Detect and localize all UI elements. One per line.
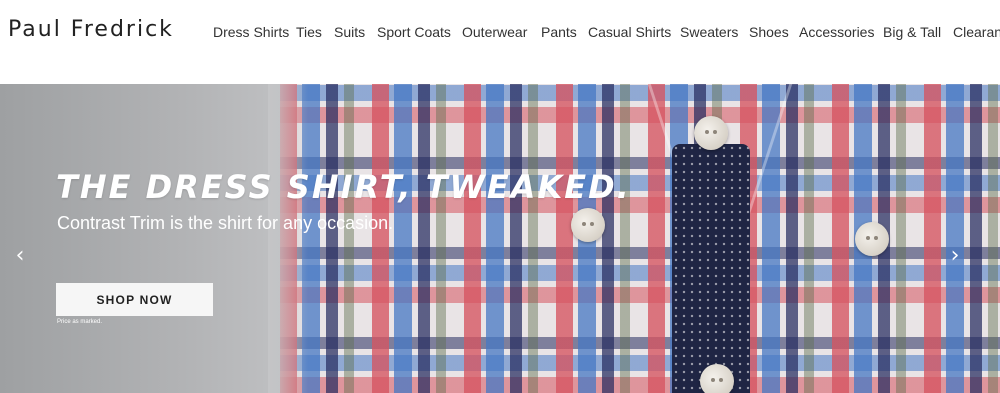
nav-item-ties[interactable]: Ties — [296, 24, 322, 40]
chevron-left-icon[interactable]: ‹ — [10, 243, 30, 269]
site-header: Paul Fredrick Dress Shirts Ties Suits Sp… — [0, 0, 1000, 84]
nav-item-pants[interactable]: Pants — [541, 24, 577, 40]
shirt-button — [700, 364, 734, 393]
nav-item-sport-coats[interactable]: Sport Coats — [377, 24, 451, 40]
hero-title: THE DRESS SHIRT, TWEAKED. — [56, 168, 631, 206]
nav-item-suits[interactable]: Suits — [334, 24, 365, 40]
shirt-button — [694, 116, 728, 150]
nav-item-shoes[interactable]: Shoes — [749, 24, 789, 40]
hero-tie-image — [672, 144, 750, 393]
shop-now-button[interactable]: SHOP NOW — [56, 283, 213, 316]
price-disclaimer: Price as marked. — [57, 319, 103, 325]
shirt-button — [855, 222, 889, 256]
nav-item-outerwear[interactable]: Outerwear — [462, 24, 527, 40]
hero-subtitle: Contrast Trim is the shirt for any occas… — [57, 213, 394, 233]
nav-item-big-and-tall[interactable]: Big & Tall — [883, 24, 941, 40]
nav-item-accessories[interactable]: Accessories — [799, 24, 874, 40]
nav-item-dress-shirts[interactable]: Dress Shirts — [213, 24, 289, 40]
nav-item-clearance[interactable]: Clearan — [953, 24, 1000, 40]
shirt-button — [571, 208, 605, 242]
hero-banner[interactable]: THE DRESS SHIRT, TWEAKED. Contrast Trim … — [0, 84, 1000, 393]
hero-image-fade — [268, 84, 308, 393]
main-nav: Dress Shirts Ties Suits Sport Coats Oute… — [0, 24, 1000, 44]
nav-item-casual-shirts[interactable]: Casual Shirts — [588, 24, 671, 40]
chevron-right-icon[interactable]: › — [945, 243, 965, 269]
nav-item-sweaters[interactable]: Sweaters — [680, 24, 738, 40]
